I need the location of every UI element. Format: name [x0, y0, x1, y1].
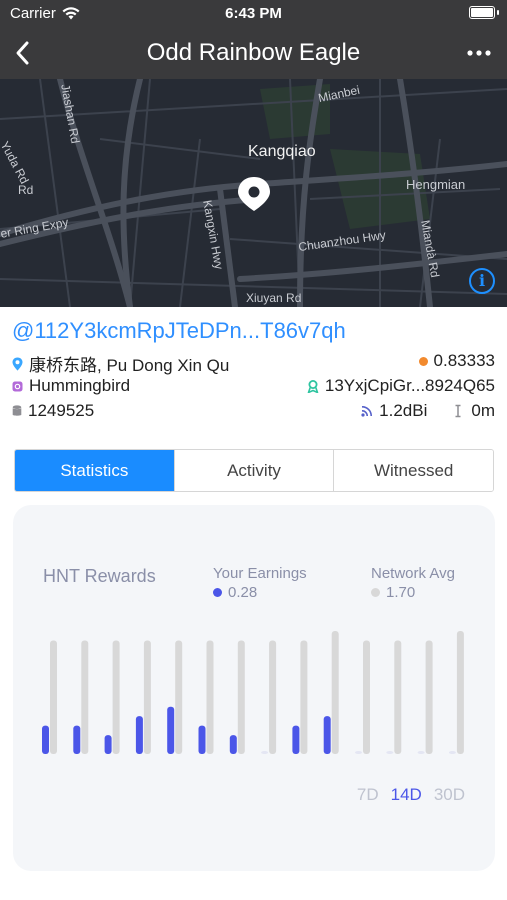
your-earnings-bar — [355, 751, 362, 754]
more-options-icon[interactable] — [465, 44, 493, 62]
clock: 6:43 PM — [225, 5, 282, 22]
your-earnings-bar — [448, 751, 456, 754]
scale-dot-icon — [418, 356, 428, 366]
map-info-icon[interactable]: i — [469, 268, 495, 294]
status-bar: Carrier 6:43 PM — [0, 0, 507, 26]
your-earnings-bar — [323, 716, 331, 754]
your-earnings-bar — [104, 735, 112, 754]
network-avg-bar — [269, 640, 277, 754]
your-earnings-bar — [417, 751, 425, 754]
owner-icon — [307, 379, 319, 393]
your-earnings-bar — [198, 725, 206, 754]
info-row-location: 康桥东路, Pu Dong Xin Qu 0.83333 — [0, 351, 507, 375]
network-avg-bar — [81, 640, 89, 754]
antenna-gain-value: 1.2dBi — [379, 401, 428, 420]
hotspot-address-link[interactable]: @112Y3kcmRpJTeDPn...T86v7qh — [12, 318, 346, 344]
maker-icon — [12, 381, 23, 391]
network-avg-bar — [206, 640, 214, 754]
network-avg-bar — [112, 640, 120, 754]
antenna-signal-icon — [361, 405, 373, 417]
tab-witnessed[interactable]: Witnessed — [334, 450, 493, 491]
block-height: 1249525 — [28, 401, 95, 420]
elevation-icon — [455, 404, 461, 418]
network-avg-bar — [143, 640, 151, 754]
elevation-value: 0m — [471, 401, 495, 420]
hotspot-map[interactable]: Kangqiao Hengmian Yuda Rd er Ring Expy K… — [0, 79, 507, 307]
range-selector: 7D 14D 30D — [357, 785, 465, 805]
map-label-kangqiao: Kangqiao — [248, 143, 316, 160]
owner-address-link[interactable]: 13YxjCpiGr...8924Q65 — [325, 376, 495, 396]
segmented-tabs: Statistics Activity Witnessed — [14, 449, 494, 492]
map-label-hengmian: Hengmian — [406, 177, 466, 192]
your-earnings-bar — [292, 725, 300, 754]
info-row-maker: Hummingbird 13YxjCpiGr...8924Q65 — [0, 376, 507, 398]
your-earnings-bar — [229, 735, 237, 754]
range-30d[interactable]: 30D — [434, 785, 465, 805]
range-7d[interactable]: 7D — [357, 785, 379, 805]
your-earnings-bar — [167, 706, 175, 754]
network-avg-bar — [363, 640, 370, 754]
info-row-block: 1249525 1.2dBi 0m — [0, 401, 507, 423]
your-earnings-bar — [135, 716, 143, 754]
location-text: 康桥东路, Pu Dong Xin Qu — [29, 356, 230, 375]
tab-activity[interactable]: Activity — [174, 450, 335, 491]
network-avg-bar — [394, 640, 402, 754]
back-chevron-icon[interactable] — [10, 38, 40, 68]
network-avg-bar — [331, 631, 339, 754]
your-earnings-bar — [42, 725, 49, 754]
location-pin-icon — [238, 177, 270, 211]
your-earnings-bar — [386, 751, 394, 754]
hnt-rewards-card: HNT Rewards Your Earnings 0.28 Network A… — [13, 505, 495, 871]
map-label-rd: Rd — [18, 183, 34, 197]
page-title: Odd Rainbow Eagle — [146, 39, 361, 66]
network-avg-bar — [237, 640, 245, 754]
navigation-bar: Odd Rainbow Eagle — [0, 26, 507, 79]
map-label-xiuyan-rd: Xiuyan Rd — [246, 291, 302, 305]
rewards-bar-chart — [42, 631, 464, 754]
battery-icon — [469, 6, 499, 19]
location-icon — [12, 357, 23, 370]
network-avg-bar — [300, 640, 308, 754]
your-earnings-bar — [73, 725, 81, 754]
network-avg-bar — [456, 631, 464, 754]
database-icon — [12, 405, 22, 416]
your-earnings-bar — [261, 751, 269, 754]
maker-name: Hummingbird — [29, 376, 131, 395]
network-avg-bar — [175, 640, 183, 754]
network-avg-bar — [425, 640, 433, 754]
tab-statistics[interactable]: Statistics — [15, 450, 175, 491]
reward-scale-value: 0.83333 — [433, 351, 495, 370]
range-14d[interactable]: 14D — [391, 785, 422, 805]
network-avg-bar — [50, 640, 57, 754]
